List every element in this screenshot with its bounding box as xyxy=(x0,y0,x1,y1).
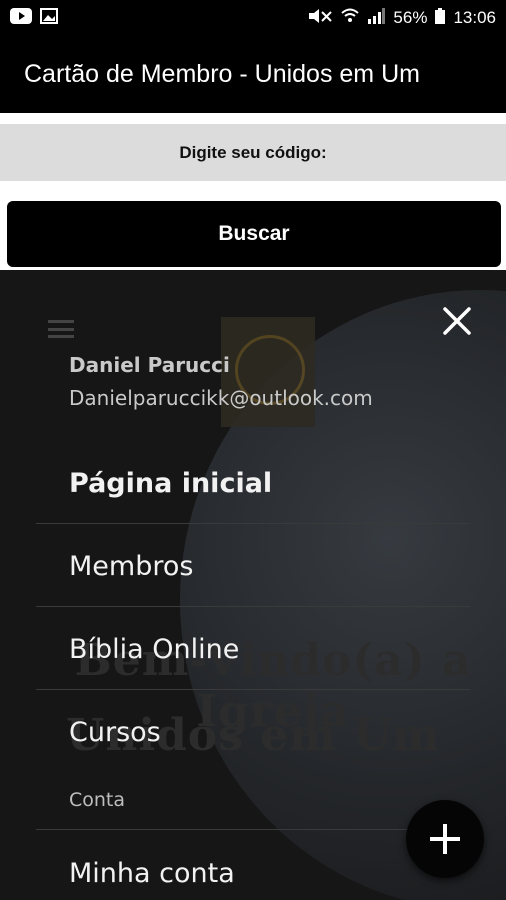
menu-item-label: Página inicial xyxy=(69,467,273,499)
status-bar: 56% 13:06 xyxy=(0,0,506,36)
search-button[interactable]: Buscar xyxy=(7,201,501,267)
menu-item-label: Cursos xyxy=(69,716,161,748)
menu-item-minha-conta[interactable]: Minha conta xyxy=(36,832,470,900)
battery-icon xyxy=(435,7,446,29)
signal-icon xyxy=(367,7,386,29)
status-bar-left xyxy=(10,7,58,29)
add-fab-button[interactable] xyxy=(406,800,484,878)
status-bar-right: 56% 13:06 xyxy=(307,7,496,29)
user-name: Daniel Parucci xyxy=(69,353,230,377)
wifi-icon xyxy=(341,8,360,29)
menu-item-membros[interactable]: Membros xyxy=(36,525,470,607)
menu-item-label: Bíblia Online xyxy=(69,633,240,665)
youtube-icon xyxy=(10,7,32,29)
battery-percent: 56% xyxy=(393,8,428,27)
divider xyxy=(36,523,470,524)
menu-item-pagina-inicial[interactable]: Página inicial xyxy=(36,442,470,524)
menu-item-label: Membros xyxy=(69,550,194,582)
mute-icon xyxy=(307,8,333,29)
plus-icon xyxy=(430,824,460,854)
close-icon[interactable] xyxy=(438,302,476,340)
user-email: Danielparuccikk@outlook.com xyxy=(69,386,373,410)
divider xyxy=(36,829,470,830)
menu-item-label: Minha conta xyxy=(69,857,235,889)
menu-item-biblia-online[interactable]: Bíblia Online xyxy=(36,608,470,690)
app-title: Cartão de Membro - Unidos em Um xyxy=(24,60,420,88)
divider xyxy=(36,689,470,690)
navigation-drawer: Bem-Vindo(a) a Igreja Unidos em Um Danie… xyxy=(0,270,506,900)
clock: 13:06 xyxy=(453,8,496,27)
divider xyxy=(36,606,470,607)
menu-item-cursos[interactable]: Cursos xyxy=(36,691,470,773)
hamburger-icon xyxy=(48,320,74,338)
section-label-conta: Conta xyxy=(69,789,126,811)
church-logo xyxy=(221,317,315,427)
app-bar: Cartão de Membro - Unidos em Um xyxy=(0,36,506,113)
code-label: Digite seu código: xyxy=(0,124,506,181)
image-icon xyxy=(40,7,58,29)
